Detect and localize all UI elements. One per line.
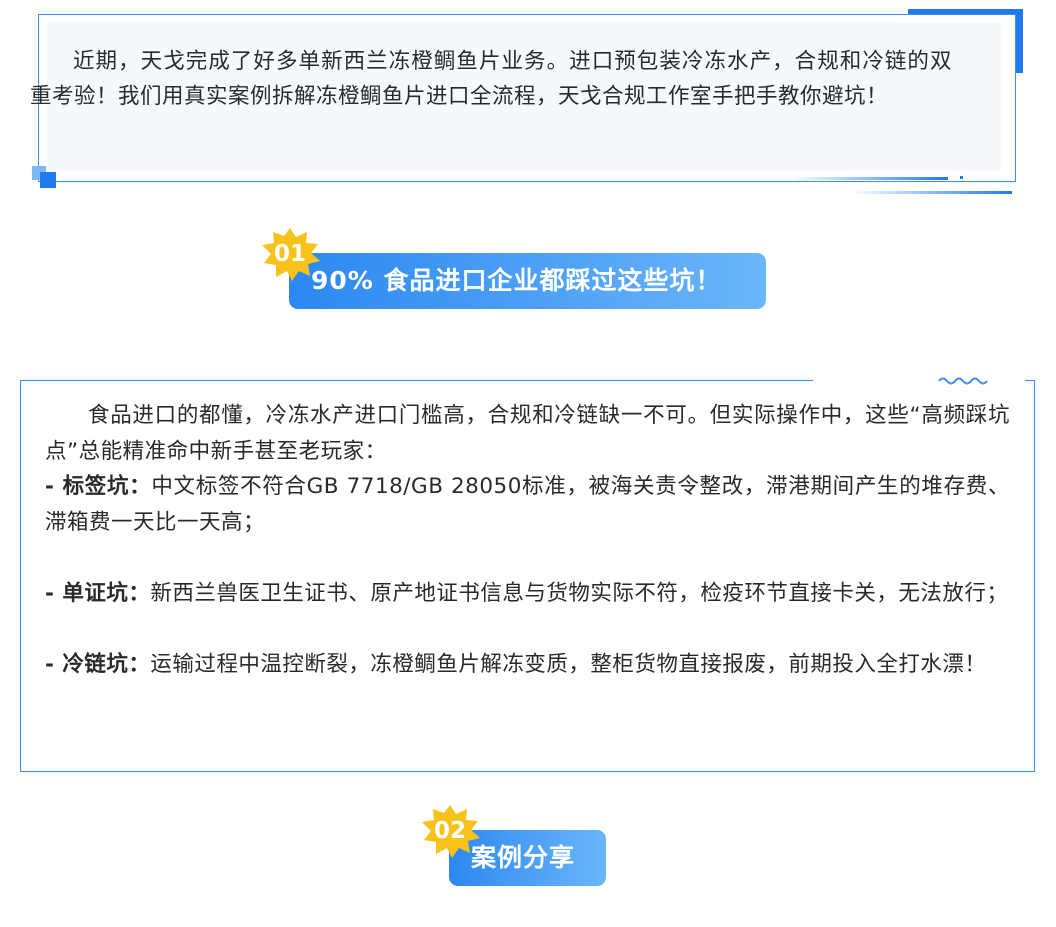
section-number: 01 bbox=[273, 241, 306, 267]
intro-paragraph: 近期，天戈完成了好多单新西兰冻橙鲷鱼片业务。进口预包装冷冻水产，合规和冷链的双重… bbox=[30, 49, 952, 109]
gradient-divider-line bbox=[850, 191, 1012, 194]
section-heading-title: 90% 食品进口企业都踩过这些坑！ bbox=[311, 266, 722, 295]
section-heading-title: 案例分享 bbox=[471, 843, 576, 872]
corner-decoration-right-side bbox=[1016, 9, 1023, 73]
list-item-label: - 冷链坑： bbox=[45, 651, 151, 677]
border-gap bbox=[813, 374, 1025, 388]
section-heading-badge: 90% 食品进口企业都踩过这些坑！ bbox=[289, 253, 766, 309]
intro-section: 近期，天戈完成了好多单新西兰冻橙鲷鱼片业务。进口预包装冷冻水产，合规和冷链的双重… bbox=[0, 0, 1056, 200]
list-item: - 单证坑：新西兰兽医卫生证书、原产地证书信息与货物实际不符，检疫环节直接卡关，… bbox=[45, 576, 1010, 612]
list-item-text: 中文标签不符合GB 7718/GB 28050标准，被海关责令整改，滞港期间产生… bbox=[45, 474, 1010, 535]
content-lead-paragraph: 食品进口的都懂，冷冻水产进口门槛高，合规和冷链缺一不可。但实际操作中，这些“高频… bbox=[45, 403, 1010, 464]
list-item: - 冷链坑：运输过程中温控断裂，冻橙鲷鱼片解冻变质，整柜货物直接报废，前期投入全… bbox=[45, 647, 1010, 683]
gradient-divider-line bbox=[790, 177, 948, 180]
list-item: - 标签坑：中文标签不符合GB 7718/GB 28050标准，被海关责令整改，… bbox=[45, 469, 1010, 540]
corner-decoration-square-dark bbox=[40, 172, 56, 188]
list-item-label: - 单证坑： bbox=[45, 580, 151, 606]
list-item-text: 运输过程中温控断裂，冻橙鲷鱼片解冻变质，整柜货物直接报废，前期投入全打水漂！ bbox=[150, 651, 987, 677]
wave-decoration-icon bbox=[938, 377, 988, 385]
divider-dot bbox=[960, 176, 963, 179]
content-text: 食品进口的都懂，冷冻水产进口门槛高，合规和冷链缺一不可。但实际操作中，这些“高频… bbox=[45, 398, 1010, 682]
list-item-text: 新西兰兽医卫生证书、原产地证书信息与货物实际不符，检疫环节直接卡关，无法放行； bbox=[150, 580, 1009, 606]
list-item-label: - 标签坑： bbox=[45, 474, 152, 499]
section-number: 02 bbox=[433, 818, 466, 844]
